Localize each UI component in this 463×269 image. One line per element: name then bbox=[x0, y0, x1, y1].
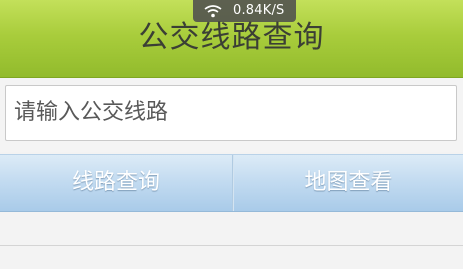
header-bar: 0.84K/S 公交线路查询 bbox=[0, 0, 463, 78]
wifi-icon bbox=[204, 5, 222, 18]
app-window: 0.84K/S 公交线路查询 请输入公交线路 线路查询 地图查看 bbox=[0, 0, 463, 269]
map-view-button[interactable]: 地图查看 bbox=[234, 155, 463, 211]
results-area bbox=[0, 212, 463, 269]
route-query-button[interactable]: 线路查询 bbox=[0, 155, 232, 211]
page-title: 公交线路查询 bbox=[138, 20, 325, 55]
action-button-bar: 线路查询 地图查看 bbox=[0, 154, 463, 212]
results-divider bbox=[0, 245, 463, 246]
bus-route-search-input[interactable]: 请输入公交线路 bbox=[5, 85, 457, 141]
search-area: 请输入公交线路 bbox=[0, 78, 463, 152]
